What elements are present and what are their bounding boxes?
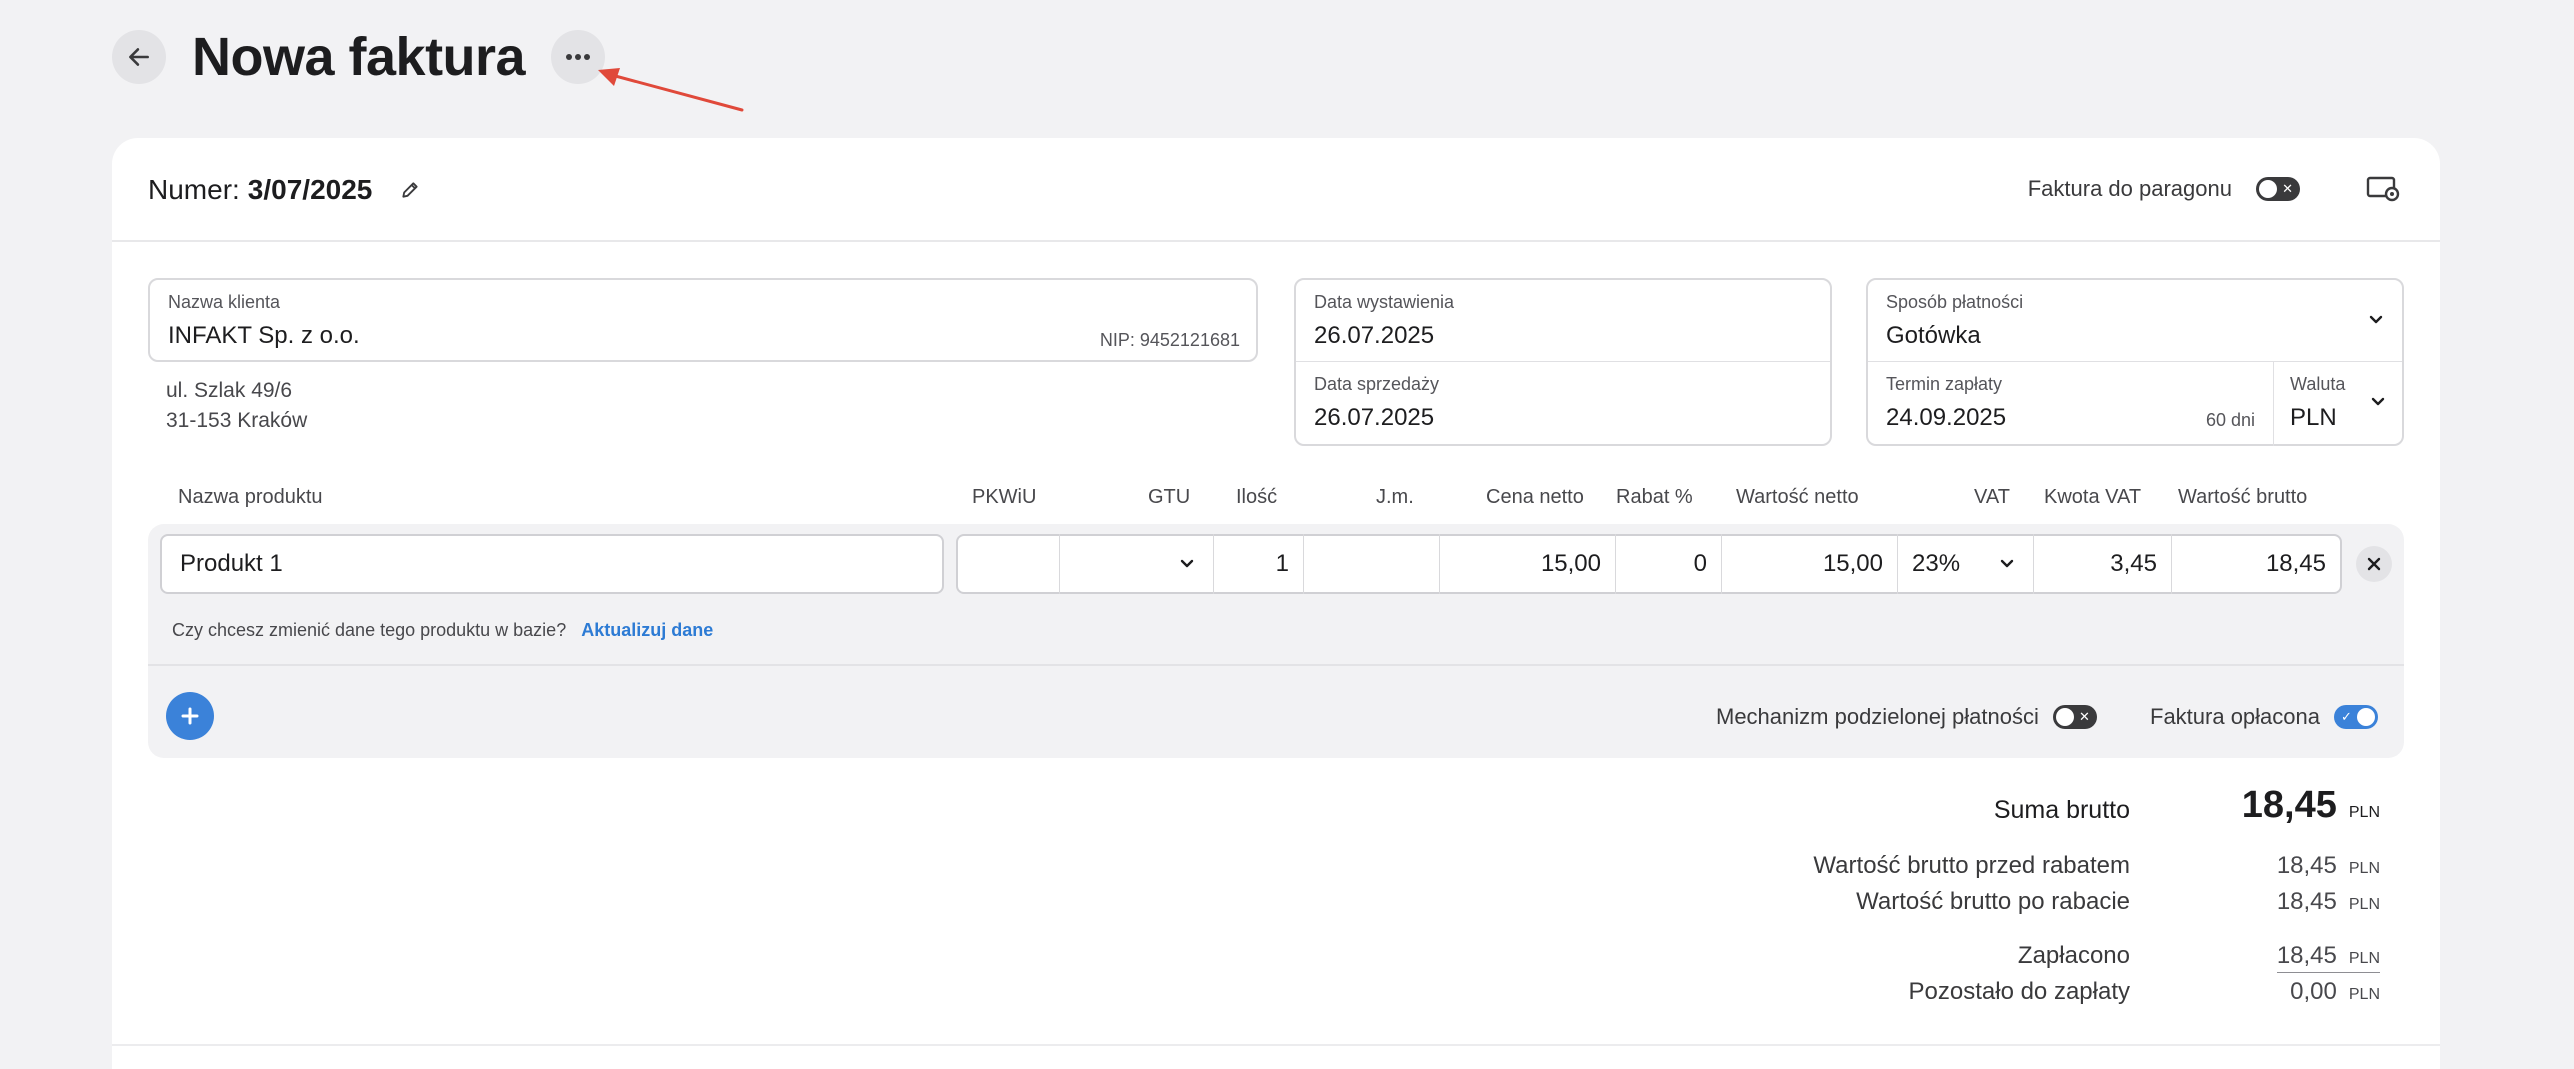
before-discount-value: 18,45 PLN xyxy=(2276,852,2380,879)
invoice-card: Numer: 3/07/2025 Faktura do paragonu ✕ N… xyxy=(112,138,2440,1069)
payment-method-label: Sposób płatności xyxy=(1886,292,2024,312)
divider xyxy=(148,664,2404,666)
display-settings-icon[interactable] xyxy=(2366,174,2400,204)
due-date-label: Termin zapłaty xyxy=(1886,374,2003,394)
dates-field-group: Data wystawienia 26.07.2025 Data sprzeda… xyxy=(1294,278,1832,446)
update-product-hint: Czy chcesz zmienić dane tego produktu w … xyxy=(172,620,713,641)
after-discount-value: 18,45 PLN xyxy=(2276,888,2380,915)
invoice-number-label: Numer: xyxy=(148,174,240,205)
sale-date-field[interactable]: Data sprzedaży 26.07.2025 xyxy=(1296,362,1830,446)
column-header-gross-value: Wartość brutto xyxy=(2178,486,2308,508)
due-date-field[interactable]: Termin zapłaty 24.09.2025 60 dni xyxy=(1868,362,2274,446)
paid-value: 18,45 PLN xyxy=(2276,942,2380,973)
update-product-link[interactable]: Aktualizuj dane xyxy=(581,620,713,640)
invoice-paid-option: Faktura opłacona ✓ xyxy=(2150,704,2378,730)
client-address: ul. Szlak 49/6 31-153 Kraków xyxy=(166,376,307,436)
net-value-input[interactable]: 15,00 xyxy=(1722,534,1898,594)
invoice-paid-toggle[interactable]: ✓ xyxy=(2334,705,2378,729)
unit-input[interactable] xyxy=(1304,534,1440,594)
product-row-fields: 1 15,00 0 15,00 23% 3,45 18,45 xyxy=(956,524,2342,604)
qty-input[interactable]: 1 xyxy=(1214,534,1304,594)
payment-field-group: Sposób płatności Gotówka Termin zapłaty … xyxy=(1866,278,2404,446)
column-header-discount: Rabat % xyxy=(1616,486,1693,508)
invoice-card-header: Numer: 3/07/2025 Faktura do paragonu ✕ xyxy=(112,138,2440,242)
column-header-net-price: Cena netto xyxy=(1486,486,1584,508)
invoice-number-value: 3/07/2025 xyxy=(247,174,373,205)
divider xyxy=(112,1044,2440,1046)
after-discount-label: Wartość brutto po rabacie xyxy=(1856,888,2130,915)
remaining-value: 0,00 PLN xyxy=(2290,978,2380,1005)
annotation-arrow xyxy=(598,68,744,112)
issue-date-label: Data wystawienia xyxy=(1314,292,1455,312)
edit-pencil-icon[interactable] xyxy=(400,180,420,200)
vat-select[interactable]: 23% xyxy=(1898,534,2034,594)
chevron-down-icon xyxy=(2369,315,2383,324)
due-date-value: 24.09.2025 xyxy=(1886,404,2007,431)
gross-sum-label: Suma brutto xyxy=(1993,796,2130,824)
remaining-label: Pozostało do zapłaty xyxy=(1908,978,2130,1005)
split-payment-toggle[interactable]: ✕ xyxy=(2052,705,2097,729)
column-header-qty: Ilość xyxy=(1236,486,1278,508)
sale-date-value: 26.07.2025 xyxy=(1314,404,1435,431)
client-nip: NIP: 9452121681 xyxy=(1099,330,1240,350)
update-product-hint-text: Czy chcesz zmienić dane tego produktu w … xyxy=(172,620,567,640)
product-list: Produkt 1 1 15,00 0 15,00 23% 3,45 18,45 xyxy=(148,524,2404,758)
gtu-select[interactable] xyxy=(1060,534,1214,594)
column-header-name: Nazwa produktu xyxy=(178,486,323,508)
receipt-invoice-toggle-group: Faktura do paragonu ✕ xyxy=(2028,176,2300,202)
issue-date-value: 26.07.2025 xyxy=(1314,322,1435,349)
sale-date-label: Data sprzedaży xyxy=(1314,374,1440,394)
currency-label: Waluta xyxy=(2290,374,2346,394)
invoice-number: Numer: 3/07/2025 xyxy=(148,174,420,206)
column-header-gtu: GTU xyxy=(1148,486,1191,508)
page-header: Nowa faktura xyxy=(112,27,606,87)
column-header-vat-amount: Kwota VAT xyxy=(2044,486,2142,508)
before-discount-label: Wartość brutto przed rabatem xyxy=(1813,852,2130,879)
more-horizontal-icon xyxy=(566,54,591,60)
due-days: 60 dni xyxy=(2205,410,2255,430)
client-address-line2: 31-153 Kraków xyxy=(166,409,308,432)
gross-sum-amount: 18,45 xyxy=(2241,784,2337,826)
plus-icon xyxy=(181,707,199,725)
add-product-button[interactable] xyxy=(166,692,214,740)
discount-input[interactable]: 0 xyxy=(1616,534,1722,594)
product-name-value: Produkt 1 xyxy=(180,550,283,577)
close-icon xyxy=(2367,557,2381,571)
net-price-input[interactable]: 15,00 xyxy=(1440,534,1616,594)
split-payment-label: Mechanizm podzielonej płatności xyxy=(1716,704,2039,729)
remove-product-button[interactable] xyxy=(2356,546,2392,582)
product-name-input[interactable]: Produkt 1 xyxy=(160,534,944,594)
back-button[interactable] xyxy=(112,30,166,84)
chevron-down-icon xyxy=(2371,397,2385,406)
receipt-invoice-toggle[interactable]: ✕ xyxy=(2256,177,2300,201)
issue-date-field[interactable]: Data wystawienia 26.07.2025 xyxy=(1296,280,1830,362)
client-label: Nazwa klienta xyxy=(168,292,281,312)
split-payment-option: Mechanizm podzielonej płatności ✕ xyxy=(1716,704,2097,730)
payment-method-select[interactable]: Sposób płatności Gotówka xyxy=(1868,280,2402,362)
vat-amount-input[interactable]: 3,45 xyxy=(2034,534,2172,594)
pkwiu-input[interactable] xyxy=(958,534,1060,594)
currency-select[interactable]: Waluta PLN xyxy=(2274,362,2404,446)
gross-value-input[interactable]: 18,45 xyxy=(2172,534,2340,594)
invoice-paid-label: Faktura opłacona xyxy=(2150,704,2320,729)
payment-method-value: Gotówka xyxy=(1886,322,1981,349)
column-header-pkwiu: PKWiU xyxy=(972,486,1037,508)
gross-sum-currency: PLN xyxy=(2348,804,2380,821)
gross-sum-value: 18,45 PLN xyxy=(2242,784,2380,827)
client-address-line1: ul. Szlak 49/6 xyxy=(166,379,293,402)
receipt-invoice-label: Faktura do paragonu xyxy=(2027,176,2232,201)
client-field[interactable]: Nazwa klienta INFAKT Sp. z o.o. NIP: 945… xyxy=(148,278,1258,362)
arrow-left-icon xyxy=(129,48,149,66)
client-name: INFAKT Sp. z o.o. xyxy=(168,322,360,349)
currency-value: PLN xyxy=(2290,404,2337,431)
chevron-down-icon xyxy=(2000,559,2014,568)
page-title: Nowa faktura xyxy=(192,27,526,87)
chevron-down-icon xyxy=(1180,559,1194,568)
column-header-unit: J.m. xyxy=(1376,486,1414,508)
paid-label: Zapłacono xyxy=(2017,942,2130,969)
column-header-vat: VAT xyxy=(1974,486,2010,508)
column-header-net-value: Wartość netto xyxy=(1736,486,1859,508)
